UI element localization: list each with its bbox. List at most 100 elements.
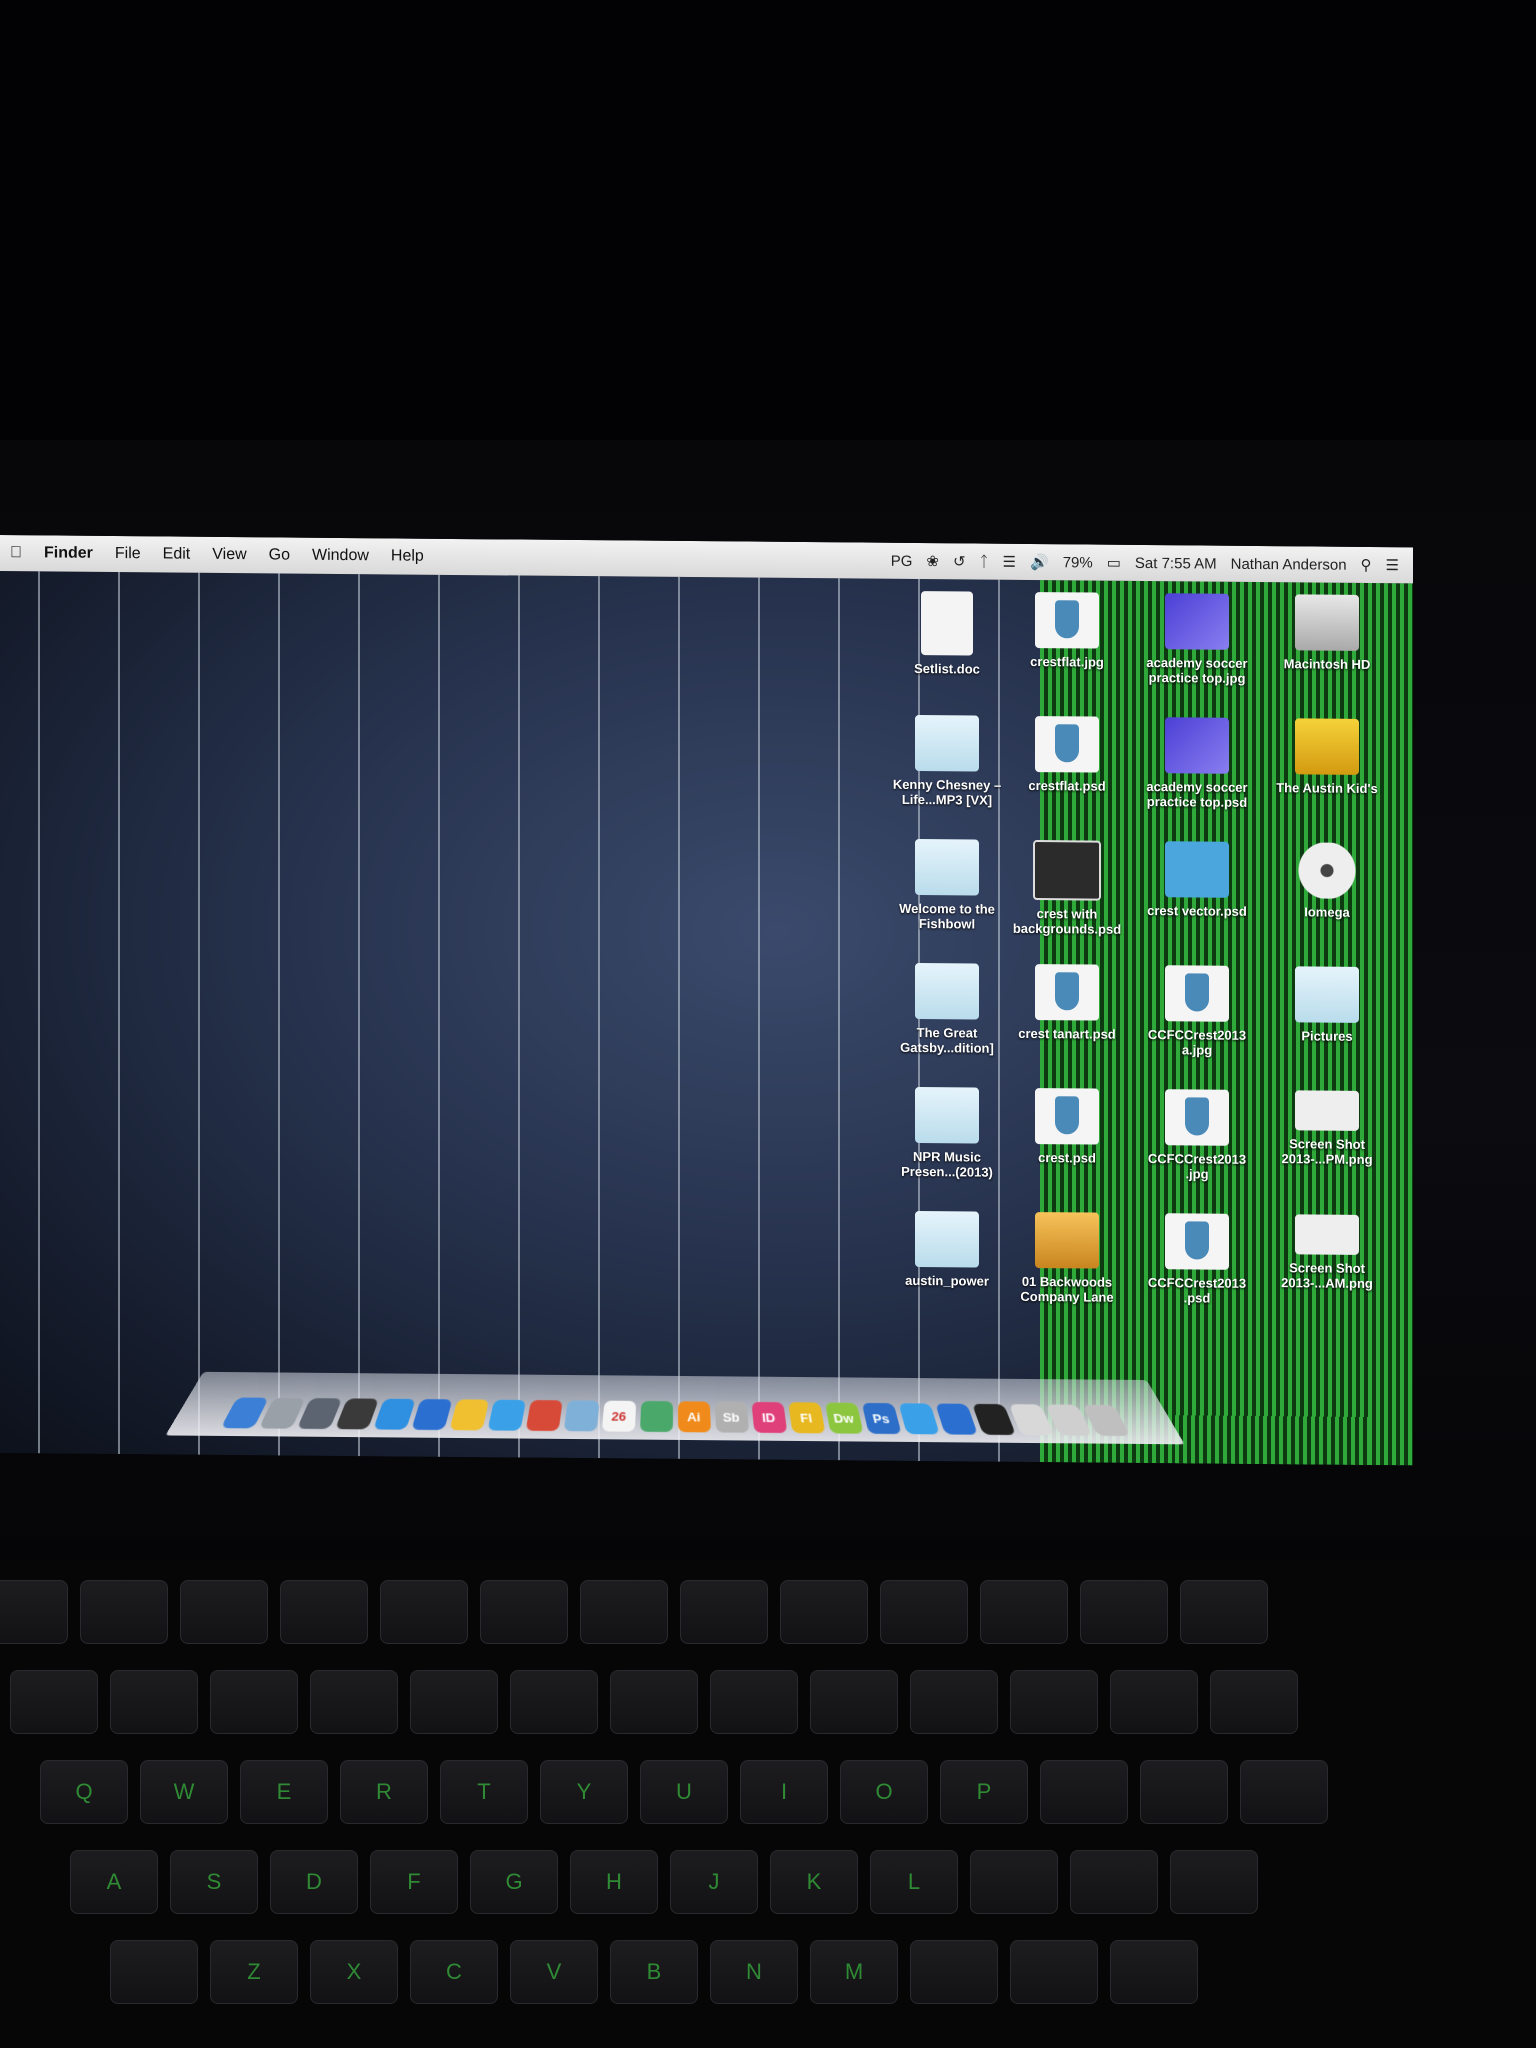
keyboard-key[interactable]: L bbox=[870, 1850, 958, 1914]
desktop-icon[interactable]: CCFCCrest2013 .jpg bbox=[1138, 1089, 1256, 1182]
keyboard-key[interactable] bbox=[970, 1850, 1058, 1914]
menu-window[interactable]: Window bbox=[312, 547, 369, 565]
keyboard-key[interactable]: A bbox=[70, 1850, 158, 1914]
dock-storyboard-icon[interactable]: Sb bbox=[714, 1401, 749, 1433]
desktop-icon[interactable]: Screen Shot 2013-...PM.png bbox=[1268, 1090, 1386, 1167]
desktop-icon[interactable]: crest.psd bbox=[1008, 1088, 1126, 1166]
desktop-icon[interactable]: crest with backgrounds.psd bbox=[1008, 840, 1126, 937]
desktop-icon[interactable]: Iomega bbox=[1268, 842, 1386, 920]
dock-safari-icon[interactable] bbox=[486, 1399, 526, 1431]
desktop-icon[interactable]: Pictures bbox=[1268, 966, 1386, 1044]
keyboard-key[interactable] bbox=[1110, 1670, 1198, 1734]
keyboard-key[interactable]: T bbox=[440, 1760, 528, 1824]
keyboard-key[interactable]: F bbox=[370, 1850, 458, 1914]
desktop-icon[interactable]: CCFCCrest2013 .psd bbox=[1138, 1213, 1256, 1306]
dock-stickies-icon[interactable] bbox=[897, 1403, 940, 1435]
dock-network-icon[interactable] bbox=[934, 1403, 978, 1435]
menu-edit[interactable]: Edit bbox=[163, 545, 191, 563]
keyboard-key[interactable]: G bbox=[470, 1850, 558, 1914]
dock-dashboard-icon[interactable] bbox=[334, 1398, 379, 1430]
dock-indesign-icon[interactable]: ID bbox=[750, 1401, 787, 1434]
keyboard-key[interactable]: Y bbox=[540, 1760, 628, 1824]
keyboard-key[interactable] bbox=[610, 1670, 698, 1734]
desktop-icon[interactable]: Welcome to the Fishbowl bbox=[888, 838, 1006, 932]
keyboard-key[interactable]: N bbox=[710, 1940, 798, 2004]
keyboard-key[interactable]: X bbox=[310, 1940, 398, 2004]
desktop-icon[interactable]: Setlist.doc bbox=[888, 591, 1006, 677]
keyboard-key[interactable] bbox=[480, 1580, 568, 1644]
dock-app-store-icon[interactable] bbox=[372, 1398, 416, 1430]
time-machine-icon[interactable]: ↺ bbox=[953, 552, 966, 570]
volume-icon[interactable]: 🔊 bbox=[1030, 553, 1049, 571]
keyboard-key[interactable] bbox=[1010, 1670, 1098, 1734]
keyboard-key[interactable] bbox=[1070, 1850, 1158, 1914]
desktop-icon[interactable]: crest tanart.psd bbox=[1008, 964, 1126, 1042]
keyboard-key[interactable] bbox=[1110, 1940, 1198, 2004]
desktop-icon[interactable]: NPR Music Presen...(2013) bbox=[888, 1086, 1006, 1180]
keyboard-key[interactable] bbox=[310, 1670, 398, 1734]
keyboard-key[interactable] bbox=[0, 1580, 68, 1644]
keyboard-key[interactable] bbox=[810, 1670, 898, 1734]
keyboard-key[interactable] bbox=[1240, 1760, 1328, 1824]
keyboard-key[interactable] bbox=[1180, 1580, 1268, 1644]
desktop-icon[interactable]: crest vector.psd bbox=[1138, 841, 1256, 919]
keyboard-key[interactable]: K bbox=[770, 1850, 858, 1914]
keyboard-key[interactable]: R bbox=[340, 1760, 428, 1824]
menu-finder[interactable]: Finder bbox=[44, 544, 93, 562]
desktop-icon[interactable]: austin_power bbox=[888, 1210, 1006, 1289]
keyboard-key[interactable] bbox=[1210, 1670, 1298, 1734]
dock-activity-monitor-icon[interactable] bbox=[971, 1403, 1016, 1436]
spotlight-search-icon[interactable]: ⚲ bbox=[1361, 556, 1372, 574]
keyboard-key[interactable]: Z bbox=[210, 1940, 298, 2004]
apple-menu-icon[interactable]:  bbox=[10, 544, 22, 562]
user-name[interactable]: Nathan Anderson bbox=[1231, 555, 1347, 573]
wifi-icon[interactable]: ☰ bbox=[1003, 553, 1016, 571]
desktop-icon[interactable]: crestflat.jpg bbox=[1008, 592, 1126, 670]
keyboard-key[interactable]: P bbox=[940, 1760, 1028, 1824]
keyboard-key[interactable]: J bbox=[670, 1850, 758, 1914]
keyboard-key[interactable] bbox=[10, 1670, 98, 1734]
keyboard-key[interactable] bbox=[410, 1670, 498, 1734]
desktop-icon[interactable]: academy soccer practice top.jpg bbox=[1138, 593, 1256, 686]
keyboard-key[interactable] bbox=[210, 1670, 298, 1734]
keyboard-key[interactable]: I bbox=[740, 1760, 828, 1824]
keyboard-key[interactable] bbox=[180, 1580, 268, 1644]
keyboard-key[interactable] bbox=[580, 1580, 668, 1644]
keyboard-key[interactable] bbox=[910, 1940, 998, 2004]
battery-icon[interactable]: ▭ bbox=[1107, 554, 1121, 572]
menu-file[interactable]: File bbox=[115, 545, 141, 563]
menubar-clock[interactable]: Sat 7:55 AM bbox=[1135, 554, 1217, 572]
menu-view[interactable]: View bbox=[212, 546, 246, 564]
menu-go[interactable]: Go bbox=[269, 546, 290, 564]
keyboard-key[interactable]: B bbox=[610, 1940, 698, 2004]
dock-illustrator-icon[interactable]: Ai bbox=[677, 1401, 711, 1433]
desktop-icon[interactable]: crestflat.psd bbox=[1008, 716, 1126, 794]
keyboard-key[interactable] bbox=[280, 1580, 368, 1644]
keyboard-key[interactable] bbox=[880, 1580, 968, 1644]
desktop-icon[interactable]: Macintosh HD bbox=[1268, 594, 1386, 672]
keyboard-key[interactable] bbox=[680, 1580, 768, 1644]
keyboard-key[interactable] bbox=[1140, 1760, 1228, 1824]
dock-dreamweaver-icon[interactable]: Dw bbox=[824, 1402, 864, 1434]
keyboard-key[interactable]: S bbox=[170, 1850, 258, 1914]
keyboard-key[interactable]: D bbox=[270, 1850, 358, 1914]
desktop-icon[interactable]: academy soccer practice top.psd bbox=[1138, 717, 1256, 810]
bluetooth-icon[interactable]: ᛏ bbox=[980, 553, 989, 570]
keyboard-key[interactable] bbox=[80, 1580, 168, 1644]
desktop-icon[interactable]: The Great Gatsby...dition] bbox=[888, 962, 1006, 1056]
notification-center-icon[interactable]: ☰ bbox=[1386, 556, 1399, 574]
dock-chrome-icon[interactable] bbox=[525, 1400, 563, 1432]
keyboard-key[interactable]: M bbox=[810, 1940, 898, 2004]
dock-itunes-icon[interactable] bbox=[410, 1399, 453, 1431]
dock-photoshop-icon[interactable]: Ps bbox=[861, 1402, 902, 1435]
dock-iphoto-icon[interactable] bbox=[639, 1400, 673, 1433]
keyboard-key[interactable] bbox=[910, 1670, 998, 1734]
paw-icon[interactable]: ❀ bbox=[926, 552, 939, 570]
keyboard-key[interactable] bbox=[980, 1580, 1068, 1644]
desktop-icon[interactable]: Kenny Chesney – Life...MP3 [VX] bbox=[888, 714, 1006, 808]
keyboard-key[interactable] bbox=[710, 1670, 798, 1734]
keyboard-key[interactable] bbox=[1080, 1580, 1168, 1644]
battery-percent[interactable]: 79% bbox=[1063, 554, 1093, 571]
desktop-icon[interactable]: 01 Backwoods Company Lane bbox=[1008, 1212, 1126, 1305]
keyboard-key[interactable] bbox=[510, 1670, 598, 1734]
